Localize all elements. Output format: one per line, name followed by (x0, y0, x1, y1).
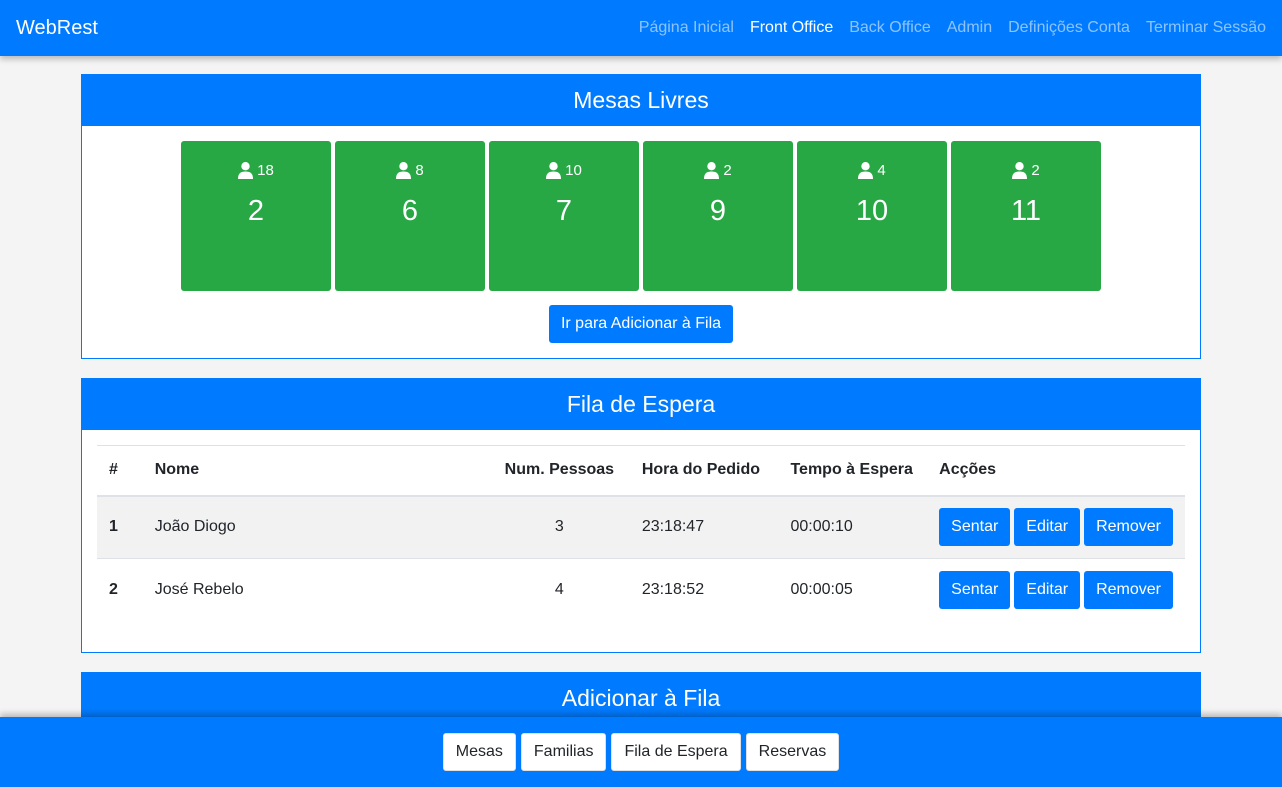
table-capacity: 4 (877, 161, 886, 179)
table-number: 11 (1010, 195, 1042, 227)
nav-link-definicoes-conta[interactable]: Definições Conta (1008, 19, 1130, 37)
nav-link-front-office[interactable]: Front Office (750, 19, 833, 37)
go-to-add-queue-button[interactable]: Ir para Adicionar à Fila (549, 305, 733, 343)
row-actions: Sentar Editar Remover (939, 508, 1173, 547)
row-actions: Sentar Editar Remover (939, 571, 1173, 610)
table-capacity: 10 (565, 161, 582, 179)
nav-link-back-office[interactable]: Back Office (849, 19, 931, 37)
person-icon (704, 161, 720, 179)
footer-button-mesas[interactable]: Mesas (442, 733, 516, 771)
table-capacity: 18 (257, 161, 274, 179)
table-number: 2 (247, 195, 265, 227)
remove-button[interactable]: Remover (1084, 571, 1173, 610)
row-name: José Rebelo (142, 558, 489, 622)
person-icon (546, 161, 562, 179)
seat-button[interactable]: Sentar (939, 508, 1011, 547)
top-navbar: WebRest Página Inicial Front Office Back… (0, 0, 1282, 56)
table-tile[interactable]: 8 6 (335, 141, 485, 291)
remove-button[interactable]: Remover (1084, 508, 1173, 547)
table-capacity: 2 (723, 161, 732, 179)
edit-button[interactable]: Editar (1014, 571, 1081, 610)
row-wait-time: 00:00:05 (778, 558, 928, 622)
row-request-time: 23:18:52 (629, 558, 779, 622)
person-icon (238, 161, 254, 179)
bottom-nav: Mesas Familias Fila de Espera Reservas (0, 717, 1282, 787)
person-icon (1012, 161, 1028, 179)
free-tables-card: Mesas Livres 18 2 8 6 10 7 2 9 4 10 2 11… (81, 74, 1201, 359)
person-icon (396, 161, 412, 179)
row-name: João Diogo (142, 495, 489, 559)
footer-button-fila-de-espera[interactable]: Fila de Espera (611, 733, 741, 771)
table-capacity: 8 (415, 161, 424, 179)
nav-link-terminar-sessao[interactable]: Terminar Sessão (1146, 19, 1266, 37)
waiting-queue-title: Fila de Espera (82, 379, 1200, 430)
table-number: 7 (555, 195, 573, 227)
table-number: 9 (709, 195, 727, 227)
col-header-people: Num. Pessoas (488, 445, 630, 497)
row-index: 1 (97, 495, 143, 559)
table-capacity: 2 (1031, 161, 1040, 179)
seat-button[interactable]: Sentar (939, 571, 1011, 610)
table-header-row: # Nome Num. Pessoas Hora do Pedido Tempo… (97, 445, 1185, 497)
col-header-index: # (97, 445, 143, 497)
free-tables-title: Mesas Livres (82, 75, 1200, 126)
person-icon (858, 161, 874, 179)
col-header-request-time: Hora do Pedido (629, 445, 779, 497)
table-tile[interactable]: 2 9 (643, 141, 793, 291)
footer-button-reservas[interactable]: Reservas (745, 733, 840, 771)
free-tables-list: 18 2 8 6 10 7 2 9 4 10 2 11 (82, 141, 1200, 291)
table-number: 6 (401, 195, 419, 227)
col-header-actions: Acções (927, 445, 1185, 497)
table-row: 2 José Rebelo 4 23:18:52 00:00:05 Sentar… (97, 558, 1185, 622)
edit-button[interactable]: Editar (1014, 508, 1081, 547)
nav-link-pagina-inicial[interactable]: Página Inicial (639, 19, 734, 37)
nav-link-admin[interactable]: Admin (947, 19, 992, 37)
col-header-wait-time: Tempo à Espera (778, 445, 928, 497)
nav-links: Página Inicial Front Office Back Office … (639, 19, 1266, 37)
col-header-name: Nome (142, 445, 489, 497)
table-tile[interactable]: 4 10 (797, 141, 947, 291)
row-request-time: 23:18:47 (629, 495, 779, 559)
waiting-queue-table: # Nome Num. Pessoas Hora do Pedido Tempo… (97, 445, 1185, 622)
row-index: 2 (97, 558, 143, 622)
brand-logo[interactable]: WebRest (16, 17, 98, 40)
row-people: 3 (488, 495, 630, 559)
waiting-queue-card: Fila de Espera # Nome Num. Pessoas Hora … (81, 378, 1201, 653)
row-people: 4 (488, 558, 630, 622)
table-tile[interactable]: 10 7 (489, 141, 639, 291)
table-tile[interactable]: 18 2 (181, 141, 331, 291)
table-number: 10 (855, 195, 889, 227)
table-tile[interactable]: 2 11 (951, 141, 1101, 291)
footer-button-familias[interactable]: Familias (520, 733, 607, 771)
table-row: 1 João Diogo 3 23:18:47 00:00:10 Sentar … (97, 495, 1185, 559)
row-wait-time: 00:00:10 (778, 495, 928, 559)
